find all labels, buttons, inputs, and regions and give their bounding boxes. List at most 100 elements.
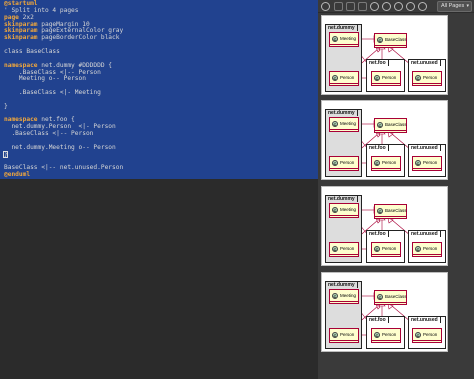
code-keyword: @enduml: [4, 171, 31, 179]
class-name: Meeting: [340, 121, 357, 126]
class-icon: C: [374, 332, 380, 338]
class-name: Meeting: [340, 293, 357, 298]
class-icon: C: [374, 75, 380, 81]
class-name: Person: [423, 246, 438, 251]
code-line: .BaseClass <|- Meeting: [4, 89, 101, 97]
class-name: BaseClass: [385, 122, 407, 127]
class-name: Person: [382, 246, 397, 251]
class-name: Person: [382, 332, 397, 337]
class-baseclass: C BaseClass: [374, 290, 407, 305]
class-name: Person: [340, 75, 355, 80]
diagram-page: net.dummy net.foo net.unused C Meeting C…: [321, 15, 448, 95]
class-meeting: C Meeting: [329, 289, 359, 304]
class-icon: C: [377, 37, 383, 43]
class-icon: C: [332, 36, 338, 42]
class-baseclass: C BaseClass: [374, 118, 407, 133]
code-text: .BaseClass <|- Meeting: [4, 89, 101, 97]
class-person: C Person: [329, 328, 359, 343]
text-cursor: [3, 151, 8, 158]
code-line: @enduml: [4, 172, 30, 178]
package-label: net.dummy: [325, 109, 358, 116]
class-person: C Person: [412, 71, 442, 86]
pages-select[interactable]: All Pages ▾: [437, 1, 472, 12]
diagram-page: net.dummy net.foo net.unused C Meeting C…: [321, 272, 448, 352]
preview-scroll-area[interactable]: [451, 14, 474, 379]
code-text: net.dummy.Meeting o-- Person: [4, 143, 116, 151]
class-icon: C: [415, 332, 421, 338]
package-label: net.unused: [408, 230, 441, 237]
zoom-in-icon[interactable]: [382, 2, 391, 11]
class-person: C Person: [329, 156, 359, 171]
class-icon: C: [332, 293, 338, 299]
class-icon: C: [332, 75, 338, 81]
class-icon: C: [377, 208, 383, 214]
package-label: net.foo: [366, 59, 389, 66]
class-name: Person: [340, 332, 355, 337]
class-icon: C: [374, 246, 380, 252]
code-text: .BaseClass <|-- Person: [4, 130, 94, 138]
code-line: Meeting o-- Person: [4, 76, 86, 82]
class-name: Person: [340, 160, 355, 165]
pages-select-value: All Pages: [441, 3, 465, 9]
package-label: net.dummy: [325, 24, 358, 31]
class-name: Person: [382, 160, 397, 165]
class-person: C Person: [329, 71, 359, 86]
code-line: skinparam pageBorderColor black: [4, 35, 120, 41]
class-person: C Person: [371, 71, 401, 86]
class-icon: C: [377, 294, 383, 300]
class-icon: C: [332, 332, 338, 338]
code-text: }: [4, 102, 8, 110]
refresh-icon[interactable]: [321, 2, 330, 11]
class-icon: C: [377, 122, 383, 128]
class-icon: C: [415, 160, 421, 166]
package-label: net.unused: [408, 144, 441, 151]
class-name: Meeting: [340, 207, 357, 212]
code-editor[interactable]: @startuml ' Split into 4 pages page 2x2 ski…: [0, 0, 318, 379]
class-icon: C: [374, 160, 380, 166]
package-label: net.unused: [408, 59, 441, 66]
code-text: Meeting o-- Person: [4, 75, 86, 83]
class-name: BaseClass: [385, 37, 407, 42]
class-person: C Person: [371, 328, 401, 343]
settings-icon[interactable]: [418, 2, 427, 11]
diagram-page: net.dummy net.foo net.unused C Meeting C…: [321, 186, 448, 266]
class-icon: C: [415, 75, 421, 81]
class-icon: C: [332, 160, 338, 166]
preview-panel: All Pages ▾ net.dummy net.foo net.unused…: [318, 0, 474, 379]
class-baseclass: C BaseClass: [374, 33, 407, 48]
code-line: class BaseClass: [4, 47, 60, 55]
zoom-out-icon[interactable]: [394, 2, 403, 11]
diagram-page: net.dummy net.foo net.unused C Meeting C…: [321, 100, 448, 180]
preview-toolbar: All Pages ▾: [318, 0, 474, 13]
class-meeting: C Meeting: [329, 32, 359, 47]
class-name: Person: [423, 160, 438, 165]
export-icon[interactable]: [358, 2, 367, 11]
class-person: C Person: [412, 242, 442, 257]
zoom-fit-icon[interactable]: [370, 2, 379, 11]
code-line: .BaseClass <|-- Person: [4, 130, 94, 138]
copy-icon[interactable]: [334, 2, 343, 11]
class-name: Person: [382, 75, 397, 80]
class-name: Meeting: [340, 36, 357, 41]
zoom-reset-icon[interactable]: [406, 2, 415, 11]
package-label: net.dummy: [325, 281, 358, 288]
chevron-down-icon: ▾: [466, 3, 469, 9]
package-label: net.dummy: [325, 195, 358, 202]
package-label: net.foo: [366, 316, 389, 323]
class-meeting: C Meeting: [329, 203, 359, 218]
class-person: C Person: [329, 242, 359, 257]
class-name: Person: [340, 246, 355, 251]
class-name: BaseClass: [385, 208, 407, 213]
package-label: net.unused: [408, 316, 441, 323]
package-label: net.foo: [366, 144, 389, 151]
class-person: C Person: [412, 156, 442, 171]
code-text: class BaseClass: [4, 47, 60, 55]
save-icon[interactable]: [346, 2, 355, 11]
class-icon: C: [332, 121, 338, 127]
class-person: C Person: [371, 242, 401, 257]
code-keyword: skinparam: [4, 34, 38, 42]
class-name: BaseClass: [385, 294, 407, 299]
class-baseclass: C BaseClass: [374, 204, 407, 219]
class-icon: C: [332, 207, 338, 213]
code-line: net.dummy.Meeting o-- Person: [4, 143, 116, 151]
